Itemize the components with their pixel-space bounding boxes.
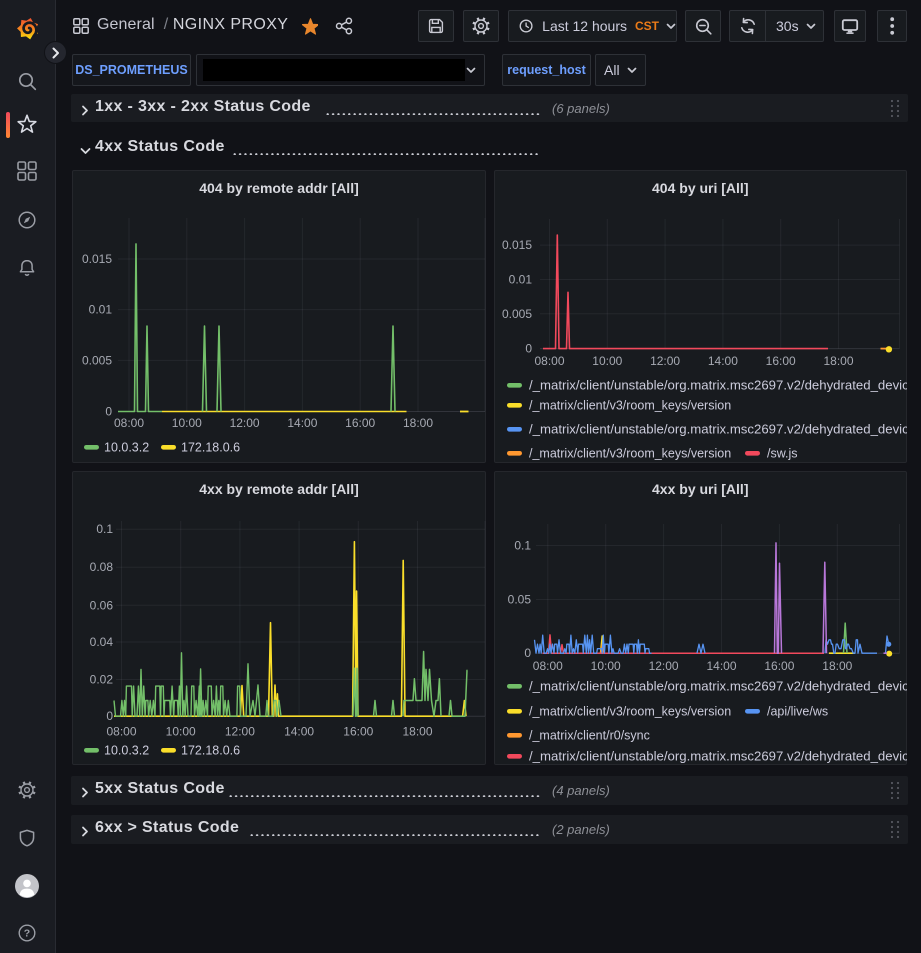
svg-text:18:00: 18:00 bbox=[402, 725, 432, 739]
svg-text:08:00: 08:00 bbox=[106, 725, 136, 739]
svg-text:10:00: 10:00 bbox=[592, 354, 622, 368]
svg-text:/api/live/ws: /api/live/ws bbox=[767, 705, 828, 719]
svg-text:/_matrix/client/unstable/org.m: /_matrix/client/unstable/org.matrix.msc2… bbox=[529, 679, 908, 694]
svg-text:0.08: 0.08 bbox=[90, 560, 114, 574]
svg-text:0.02: 0.02 bbox=[90, 673, 114, 687]
svg-text:0.015: 0.015 bbox=[501, 238, 531, 252]
svg-text:0.005: 0.005 bbox=[501, 307, 531, 321]
svg-text:16:00: 16:00 bbox=[343, 725, 373, 739]
svg-text:16:00: 16:00 bbox=[765, 354, 795, 368]
svg-text:0.01: 0.01 bbox=[89, 303, 113, 317]
svg-text:/_matrix/client/r0/sync: /_matrix/client/r0/sync bbox=[529, 729, 650, 743]
svg-text:10:00: 10:00 bbox=[590, 659, 620, 673]
svg-text:10:00: 10:00 bbox=[166, 725, 196, 739]
svg-text:08:00: 08:00 bbox=[114, 416, 144, 430]
svg-text:0: 0 bbox=[524, 646, 531, 660]
svg-text:12:00: 12:00 bbox=[650, 354, 680, 368]
svg-text:12:00: 12:00 bbox=[648, 659, 678, 673]
svg-text:12:00: 12:00 bbox=[230, 416, 260, 430]
svg-text:0.015: 0.015 bbox=[82, 252, 112, 266]
svg-text:08:00: 08:00 bbox=[532, 659, 562, 673]
svg-text:0.005: 0.005 bbox=[82, 353, 112, 367]
svg-text:14:00: 14:00 bbox=[706, 659, 736, 673]
svg-text:18:00: 18:00 bbox=[822, 659, 852, 673]
svg-text:/_matrix/client/unstable/org.m: /_matrix/client/unstable/org.matrix.msc2… bbox=[529, 378, 908, 393]
svg-text:0: 0 bbox=[106, 709, 113, 723]
svg-text:0.05: 0.05 bbox=[507, 593, 531, 607]
svg-text:10:00: 10:00 bbox=[172, 416, 202, 430]
svg-text:18:00: 18:00 bbox=[403, 416, 433, 430]
svg-text:18:00: 18:00 bbox=[823, 354, 853, 368]
svg-text:12:00: 12:00 bbox=[225, 725, 255, 739]
svg-text:/_matrix/client/unstable/org.m: /_matrix/client/unstable/org.matrix.msc2… bbox=[529, 422, 908, 437]
svg-text:/sw.js: /sw.js bbox=[767, 447, 798, 461]
svg-text:16:00: 16:00 bbox=[764, 659, 794, 673]
svg-text:0: 0 bbox=[105, 405, 112, 419]
svg-text:14:00: 14:00 bbox=[287, 416, 317, 430]
svg-text:?: ? bbox=[24, 928, 30, 940]
svg-text:0.1: 0.1 bbox=[96, 522, 113, 536]
svg-text:14:00: 14:00 bbox=[284, 725, 314, 739]
svg-text:10.0.3.2: 10.0.3.2 bbox=[104, 441, 149, 455]
svg-text:/_matrix/client/v3/room_keys/v: /_matrix/client/v3/room_keys/version bbox=[529, 399, 731, 413]
svg-text:08:00: 08:00 bbox=[534, 354, 564, 368]
svg-text:/_matrix/client/unstable/org.m: /_matrix/client/unstable/org.matrix.msc2… bbox=[529, 749, 908, 764]
svg-text:0.04: 0.04 bbox=[90, 635, 114, 649]
svg-text:0.1: 0.1 bbox=[514, 539, 531, 553]
svg-text:172.18.0.6: 172.18.0.6 bbox=[181, 441, 240, 455]
svg-text:/_matrix/client/v3/room_keys/v: /_matrix/client/v3/room_keys/version bbox=[529, 705, 731, 719]
svg-text:10.0.3.2: 10.0.3.2 bbox=[104, 744, 149, 758]
svg-text:172.18.0.6: 172.18.0.6 bbox=[181, 744, 240, 758]
svg-text:0.01: 0.01 bbox=[508, 273, 532, 287]
svg-text:0: 0 bbox=[525, 342, 532, 356]
svg-text:16:00: 16:00 bbox=[345, 416, 375, 430]
svg-text:/_matrix/client/v3/room_keys/v: /_matrix/client/v3/room_keys/version bbox=[529, 447, 731, 461]
svg-text:14:00: 14:00 bbox=[707, 354, 737, 368]
svg-text:0.06: 0.06 bbox=[90, 598, 114, 612]
